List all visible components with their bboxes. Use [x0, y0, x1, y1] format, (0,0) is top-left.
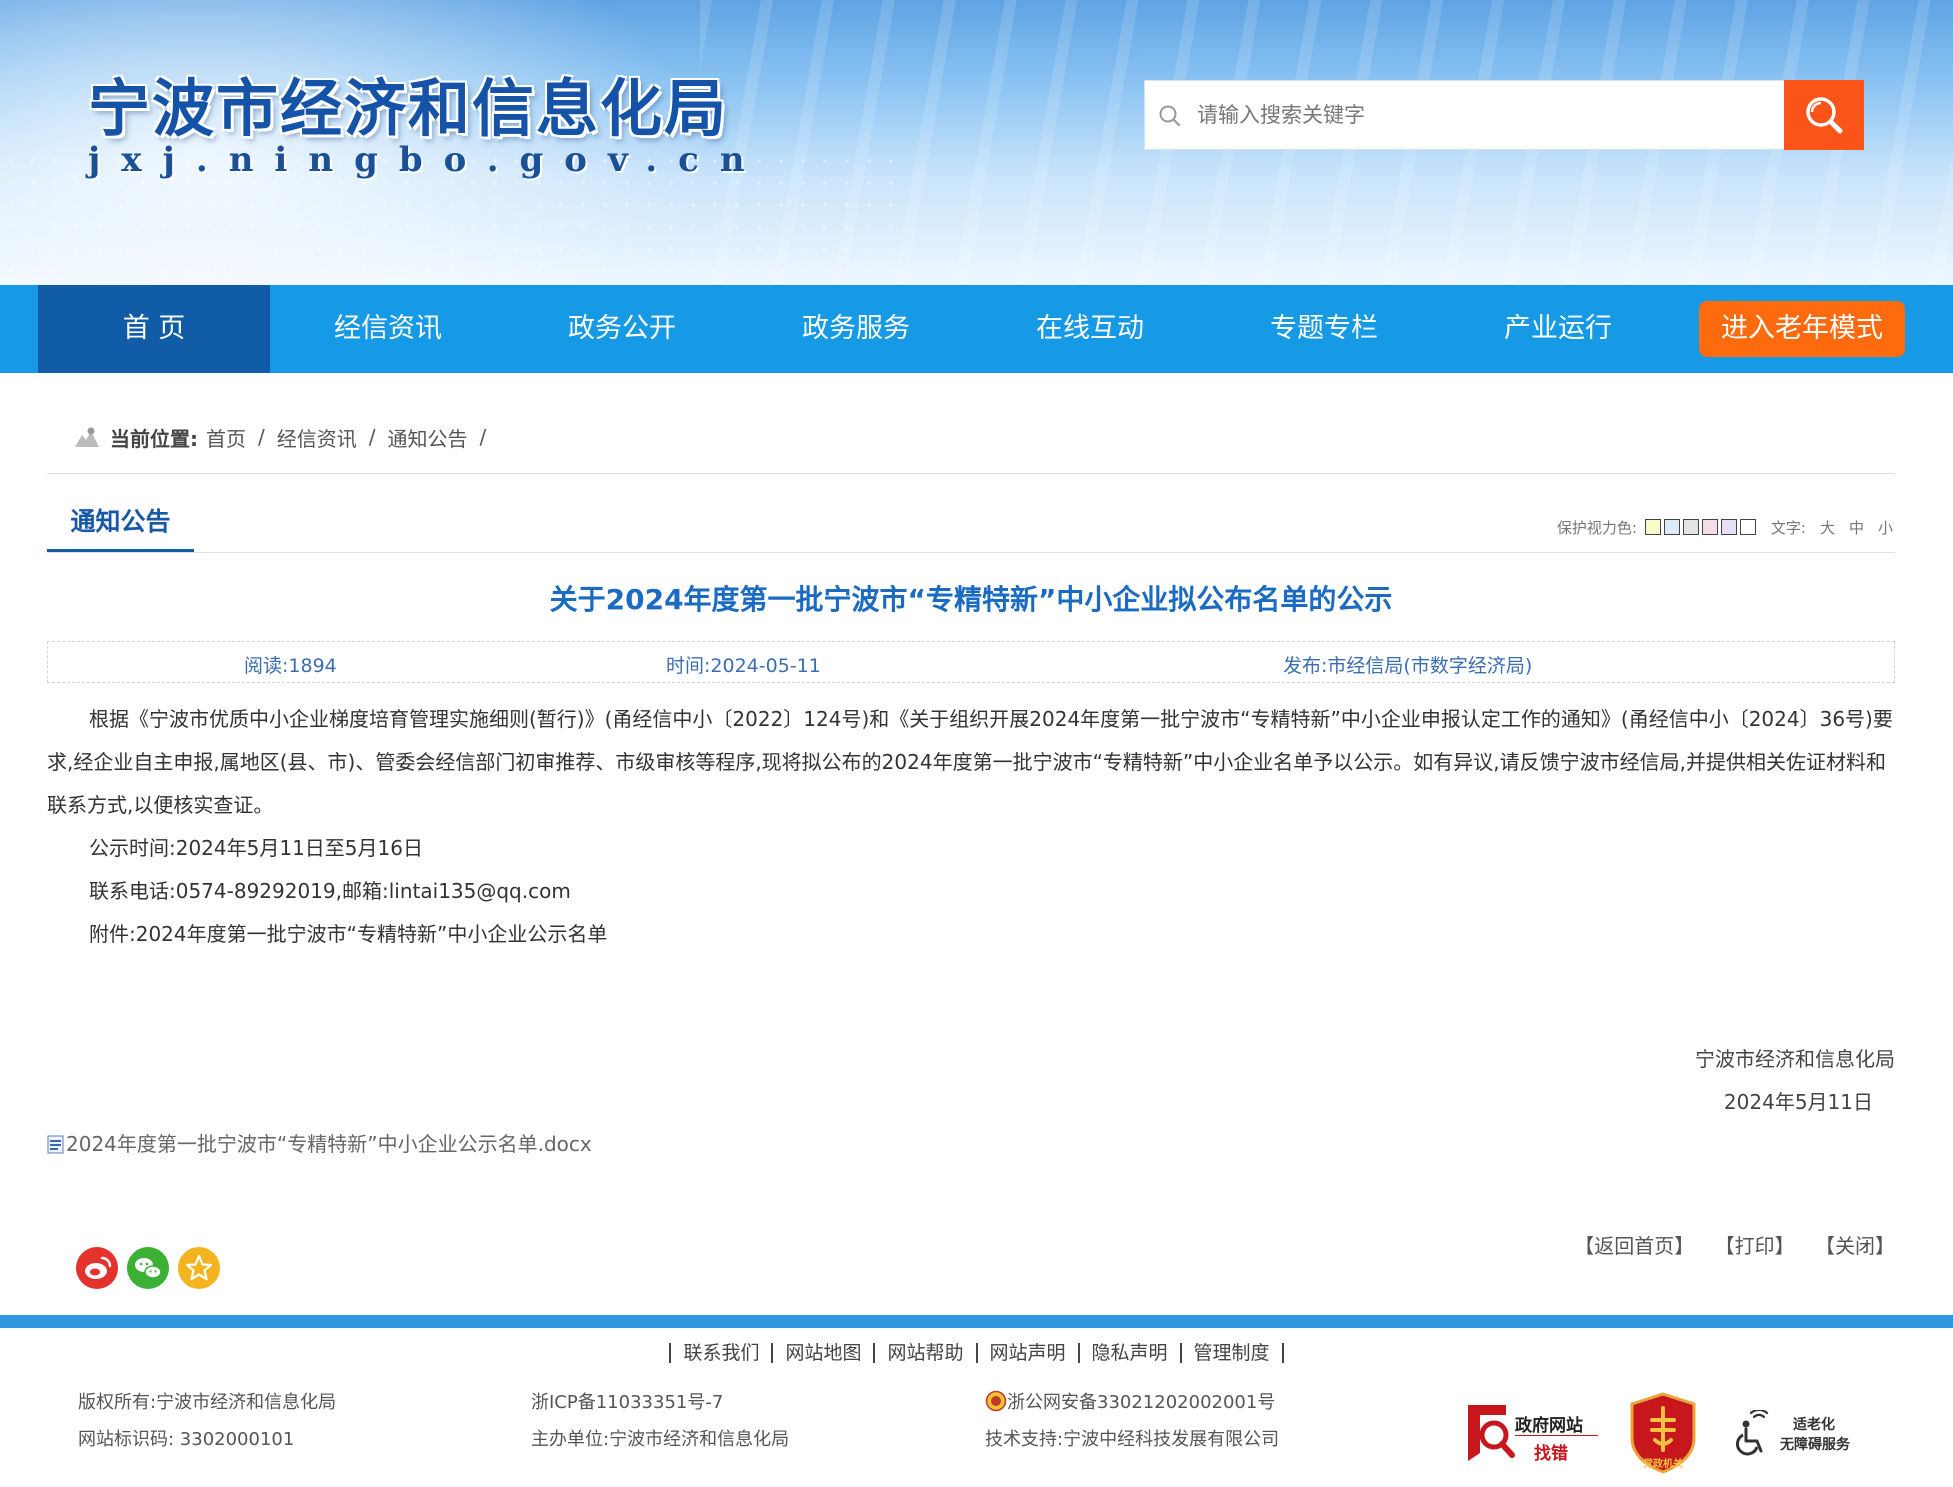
- article-publisher: 发布:市经信局(市数字经济局): [1283, 655, 1533, 677]
- print-link[interactable]: 【打印】: [1715, 1234, 1795, 1258]
- footer-link-help[interactable]: 网站帮助: [873, 1343, 975, 1363]
- signature-date: 2024年5月11日: [1723, 1090, 1873, 1114]
- breadcrumb-separator: /: [368, 425, 376, 449]
- weibo-share-icon[interactable]: [76, 1247, 118, 1289]
- font-size-small[interactable]: 小: [1878, 517, 1893, 538]
- footer-link-sitemap[interactable]: 网站地图: [771, 1343, 873, 1363]
- section-title: 通知公告: [47, 500, 194, 552]
- eye-color-swatch-yellow[interactable]: [1644, 519, 1661, 535]
- elder-mode-button[interactable]: 进入老年模式: [1699, 301, 1905, 357]
- footer-link-privacy[interactable]: 隐私声明: [1077, 1343, 1180, 1363]
- footer-icp[interactable]: 浙ICP备11033351号-7: [531, 1388, 723, 1414]
- article-paragraph: 联系电话:0574-89292019,邮箱:lintai135@qq.com: [89, 879, 571, 903]
- share-bar: [76, 1247, 229, 1289]
- accessibility-text-2: 无障碍服务: [1780, 1437, 1850, 1453]
- accessibility-badge[interactable]: 适老化 无障碍服务: [1735, 1410, 1860, 1456]
- search-button[interactable]: [1784, 80, 1864, 150]
- police-badge-icon: [985, 1390, 1007, 1412]
- article-paragraph: 附件:2024年度第一批宁波市“专精特新”中小企业公示名单: [89, 922, 608, 946]
- nav-item-news[interactable]: 经信资讯: [272, 285, 504, 373]
- main-nav: 首 页 经信资讯 政务公开 政务服务 在线互动 专题专栏 产业运行 进入老年模式: [0, 285, 1953, 373]
- article-signature: 宁波市经济和信息化局 2024年5月11日: [1695, 1038, 1895, 1124]
- breadcrumb-separator: /: [258, 425, 265, 449]
- footer-site-code: 网站标识码: 3302000101: [78, 1429, 295, 1450]
- footer-police[interactable]: 浙公网安备33021202002001号: [985, 1388, 1275, 1414]
- breadcrumb-home[interactable]: 首页: [206, 423, 246, 452]
- article-title: 关于2024年度第一批宁波市“专精特新”中小企业拟公布名单的公示: [549, 583, 1393, 616]
- search-icon: [1159, 105, 1181, 127]
- back-home-link[interactable]: 【返回首页】: [1574, 1234, 1694, 1258]
- breadcrumb-notices[interactable]: 通知公告: [388, 423, 468, 452]
- docx-file-icon: [47, 1135, 64, 1154]
- breadcrumb-label: 当前位置:: [110, 426, 198, 451]
- footer-police-text[interactable]: 浙公网安备33021202002001号: [1007, 1388, 1275, 1414]
- footer-host: 主办单位:宁波市经济和信息化局: [531, 1429, 790, 1450]
- footer-link-contact[interactable]: 联系我们: [669, 1343, 771, 1363]
- article-reads: 阅读:1894: [244, 655, 337, 677]
- attachment-link[interactable]: 2024年度第一批宁波市“专精特新”中小企业公示名单.docx: [47, 1128, 592, 1157]
- page: 宁波市经济和信息化局 jxj.ningbo.gov.cn 首 页 经信资讯 政务…: [0, 0, 1953, 1487]
- breadcrumb-separator: /: [479, 425, 487, 449]
- search-input[interactable]: [1197, 81, 1777, 149]
- close-link[interactable]: 【关闭】: [1815, 1234, 1895, 1258]
- location-icon: [75, 427, 99, 447]
- nav-item-home[interactable]: 首 页: [38, 285, 270, 373]
- search-box: [1144, 80, 1864, 150]
- party-gov-badge-text: 党政机关: [1643, 1459, 1683, 1470]
- badge-divider: [1515, 1435, 1598, 1436]
- signature-org: 宁波市经济和信息化局: [1695, 1047, 1895, 1071]
- gov-site-error-text-1: 政府网站: [1515, 1416, 1583, 1436]
- nav-item-special-topics[interactable]: 专题专栏: [1208, 285, 1440, 373]
- accessibility-text-1: 适老化: [1793, 1417, 1835, 1433]
- article-meta: 阅读:1894 时间:2024-05-11 发布:市经信局(市数字经济局): [47, 641, 1895, 683]
- article-time: 时间:2024-05-11: [666, 655, 821, 677]
- font-size-medium[interactable]: 中: [1849, 517, 1864, 538]
- nav-item-industry[interactable]: 产业运行: [1442, 285, 1674, 373]
- article-paragraph: 公示时间:2024年5月11日至5月16日: [89, 836, 423, 860]
- site-logo-title[interactable]: 宁波市经济和信息化局: [88, 58, 728, 148]
- gov-site-error-text-2: 找错: [1534, 1444, 1568, 1464]
- eye-color-swatch-blue[interactable]: [1663, 519, 1680, 535]
- wheelchair-icon: [1735, 1410, 1769, 1456]
- wechat-glyph-icon: [135, 1258, 162, 1279]
- eye-color-swatch-white[interactable]: [1739, 519, 1756, 535]
- footer-tech: 技术支持:宁波中经科技发展有限公司: [985, 1429, 1280, 1450]
- nav-item-gov-affairs[interactable]: 政务公开: [506, 285, 738, 373]
- favorite-star-icon[interactable]: [178, 1247, 220, 1289]
- footer-link-management[interactable]: 管理制度: [1179, 1343, 1284, 1363]
- search-button-icon: [1806, 97, 1843, 134]
- eye-color-swatch-purple[interactable]: [1720, 519, 1737, 535]
- party-gov-badge[interactable]: 党政机关: [1628, 1392, 1698, 1474]
- eye-color-swatch-gray[interactable]: [1682, 519, 1699, 535]
- article-body: 根据《宁波市优质中小企业梯度培育管理实施细则(暂行)》(甬经信中小〔2022〕1…: [47, 698, 1895, 956]
- font-size-label: 文字:: [1770, 518, 1806, 537]
- font-size-large[interactable]: 大: [1820, 517, 1835, 538]
- site-header: 宁波市经济和信息化局 jxj.ningbo.gov.cn: [0, 0, 1953, 285]
- footer-link-statement[interactable]: 网站声明: [975, 1343, 1078, 1363]
- breadcrumb: 当前位置: 首页 / 经信资讯 / 通知公告 /: [74, 420, 498, 454]
- site-logo-domain: jxj.ningbo.gov.cn: [88, 140, 766, 180]
- gov-site-error-badge[interactable]: 政府网站 找错: [1466, 1401, 1600, 1465]
- wechat-share-icon[interactable]: [127, 1247, 169, 1289]
- breadcrumb-news[interactable]: 经信资讯: [277, 423, 357, 452]
- page-actions: 【返回首页】 【打印】 【关闭】: [1560, 1230, 1895, 1259]
- eye-color-label: 保护视力色:: [1556, 518, 1637, 537]
- nav-item-gov-services[interactable]: 政务服务: [740, 285, 972, 373]
- footer-bar: [0, 1315, 1953, 1328]
- nav-item-online-interaction[interactable]: 在线互动: [974, 285, 1206, 373]
- eye-color-swatch-pink[interactable]: [1701, 519, 1718, 535]
- attachment-name[interactable]: 2024年度第一批宁波市“专精特新”中小企业公示名单.docx: [66, 1128, 592, 1157]
- divider: [47, 552, 1895, 553]
- footer-links: 联系我们 网站地图 网站帮助 网站声明 隐私声明 管理制度: [0, 1342, 1953, 1364]
- star-glyph-icon: [185, 1254, 213, 1281]
- divider: [47, 473, 1895, 474]
- footer-copyright: 版权所有:宁波市经济和信息化局: [78, 1392, 337, 1413]
- article-paragraph: 根据《宁波市优质中小企业梯度培育管理实施细则(暂行)》(甬经信中小〔2022〕1…: [47, 707, 1893, 817]
- weibo-glyph-icon: [85, 1256, 112, 1279]
- magnifier-badge-icon: [1468, 1405, 1515, 1461]
- reading-tools: 保护视力色: 文字: 大 中 小: [1557, 514, 1893, 540]
